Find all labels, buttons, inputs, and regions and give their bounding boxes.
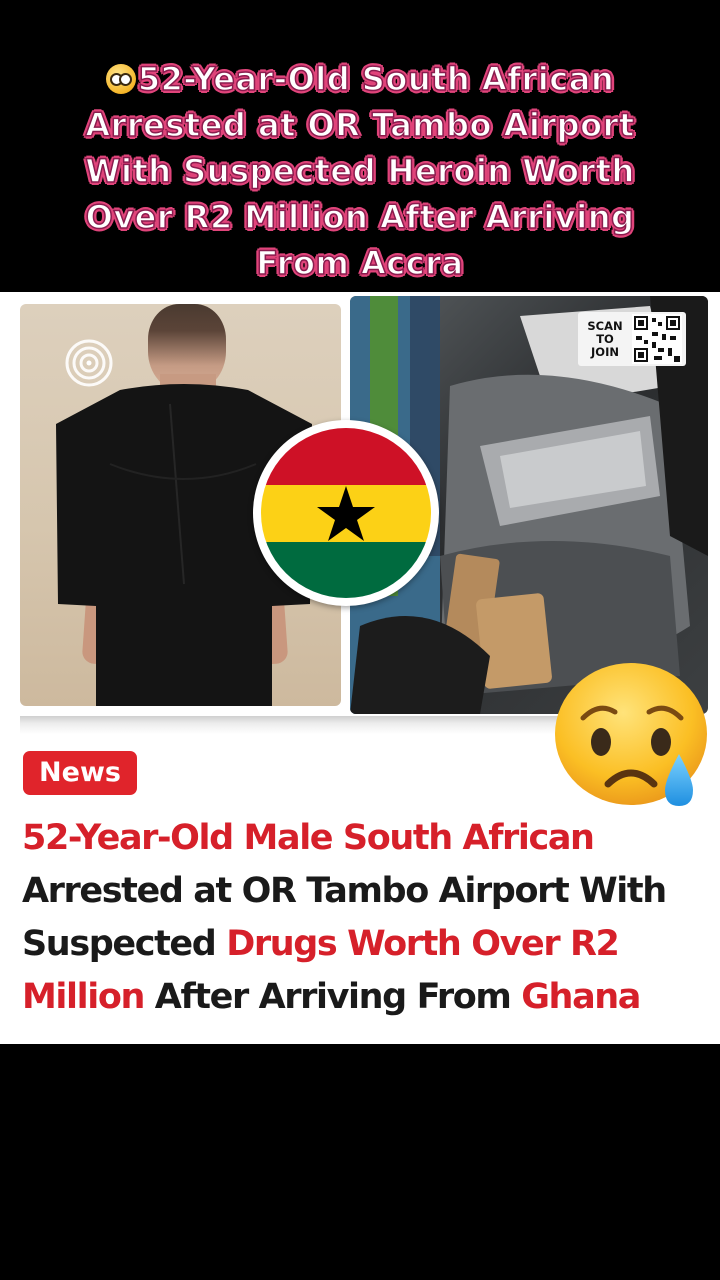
scan-label-line3: JOIN bbox=[591, 344, 619, 359]
image-divider bbox=[20, 716, 560, 734]
news-card: SCAN TO JOIN News 52-Year-Old Male South… bbox=[0, 292, 720, 1044]
scan-to-join-qr[interactable]: SCAN TO JOIN bbox=[578, 312, 686, 366]
headline-part-5: Ghana bbox=[521, 977, 641, 1017]
swirl-logo-icon bbox=[65, 339, 113, 387]
headline-part-4: After Arriving From bbox=[143, 977, 522, 1017]
ghana-flag-icon bbox=[261, 428, 431, 598]
headline-part-1: 52-Year-Old Male South African bbox=[22, 818, 595, 858]
article-headline[interactable]: 52-Year-Old Male South African Arrested … bbox=[22, 812, 712, 1024]
overlay-title: 52-Year-Old South African Arrested at OR… bbox=[40, 56, 680, 286]
overlay-title-text: 52-Year-Old South African Arrested at OR… bbox=[84, 59, 635, 283]
qr-code-icon bbox=[632, 314, 682, 364]
news-badge: News bbox=[23, 751, 137, 795]
nerd-face-emoji-icon bbox=[105, 64, 136, 94]
scan-label-line2: TO bbox=[596, 331, 614, 346]
scan-to-join-label: SCAN TO JOIN bbox=[582, 318, 628, 359]
ghana-flag-badge bbox=[253, 420, 439, 606]
scan-label-line1: SCAN bbox=[587, 318, 623, 333]
sad-but-relieved-face-emoji bbox=[555, 663, 707, 806]
